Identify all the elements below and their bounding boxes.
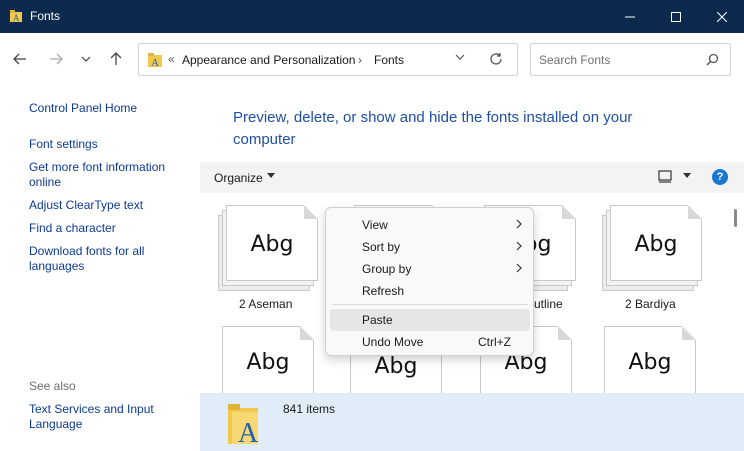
fonts-folder-icon: A (148, 53, 162, 68)
chevron-right-icon (516, 219, 522, 229)
sidebar-link-find-character[interactable]: Find a character (29, 221, 194, 236)
minimize-button[interactable] (607, 0, 653, 33)
organize-button[interactable]: Organize (214, 171, 263, 185)
help-icon[interactable]: ? (712, 169, 728, 185)
font-sample: Abg (628, 350, 672, 375)
minimize-icon (625, 16, 635, 17)
menu-item-label: Group by (362, 262, 412, 276)
arrow-right-icon (50, 53, 63, 65)
menu-item-label: Paste (362, 313, 393, 327)
item-count: 841 items (283, 402, 336, 416)
see-also-label: See also (29, 379, 76, 393)
fonts-folder-icon: A (10, 10, 22, 23)
font-name[interactable]: 2 Aseman (239, 297, 292, 311)
menu-item-undo-move[interactable]: Undo Move Ctrl+Z (330, 331, 530, 353)
menu-item-refresh[interactable]: Refresh (330, 280, 530, 302)
maximize-icon (671, 11, 681, 22)
view-mode-icon[interactable] (658, 170, 672, 183)
close-button[interactable] (699, 0, 744, 33)
font-sample: Abg (250, 232, 294, 257)
command-bar: Organize ? (200, 162, 744, 193)
breadcrumb-fonts[interactable]: Fonts (374, 53, 404, 67)
close-icon (717, 11, 727, 22)
arrow-up-icon (110, 52, 122, 65)
breadcrumb-separator[interactable]: › (358, 53, 362, 67)
svg-text:A: A (151, 57, 159, 68)
menu-item-label: View (362, 218, 388, 232)
breadcrumb-overflow[interactable]: « (168, 52, 175, 66)
title-bar: A Fonts (0, 0, 744, 33)
arrow-left-icon (13, 53, 26, 65)
sidebar: Control Panel Home Font settings Get mor… (0, 85, 200, 451)
chevron-right-icon (516, 263, 522, 273)
menu-item-view[interactable]: View (330, 214, 530, 236)
svg-text:A: A (13, 13, 20, 23)
recent-locations-button[interactable] (76, 49, 96, 69)
caret-down-icon[interactable] (683, 173, 691, 178)
search-icon (706, 53, 719, 66)
font-name[interactable]: 2 Bardiya (625, 297, 676, 311)
menu-separator (332, 304, 528, 305)
sidebar-link-text-services[interactable]: Text Services and Input Language (29, 402, 194, 432)
sidebar-link-more-font-info[interactable]: Get more font information online (29, 160, 194, 190)
svg-text:A: A (238, 418, 259, 446)
navigation-bar: A « Appearance and Personalization › Fon… (0, 33, 744, 85)
back-button[interactable] (10, 49, 30, 69)
sidebar-link-font-settings[interactable]: Font settings (29, 137, 194, 152)
search-placeholder[interactable]: Search Fonts (539, 53, 610, 67)
font-sample: Abg (374, 354, 418, 379)
search-box[interactable]: Search Fonts (530, 43, 731, 76)
up-button[interactable] (106, 49, 126, 69)
menu-item-sort-by[interactable]: Sort by (330, 236, 530, 258)
sidebar-link-control-panel-home[interactable]: Control Panel Home (29, 101, 194, 116)
menu-item-paste[interactable]: Paste (330, 309, 530, 331)
menu-item-label: Undo Move (362, 335, 424, 349)
address-dropdown-icon[interactable] (455, 54, 465, 60)
font-tile[interactable]: Abg (602, 205, 702, 301)
menu-item-label: Refresh (362, 284, 405, 298)
font-name[interactable]: utline (534, 297, 563, 311)
context-menu: View Sort by Group by Refresh Paste Undo… (325, 207, 534, 356)
maximize-button[interactable] (653, 0, 699, 33)
menu-item-group-by[interactable]: Group by (330, 258, 530, 280)
caret-down-icon[interactable] (267, 173, 275, 178)
sidebar-link-download-fonts[interactable]: Download fonts for all languages (29, 244, 194, 274)
font-sample: Abg (246, 350, 290, 375)
scrollbar-thumb[interactable] (734, 209, 737, 227)
menu-item-label: Sort by (362, 240, 401, 254)
font-sample: Abg (634, 232, 678, 257)
refresh-icon[interactable] (489, 52, 503, 66)
details-pane: A 841 items (200, 393, 744, 451)
chevron-right-icon (516, 241, 522, 251)
forward-button[interactable] (46, 49, 66, 69)
address-bar[interactable]: A « Appearance and Personalization › Fon… (138, 43, 518, 76)
fonts-folder-icon: A (228, 404, 259, 446)
font-tile[interactable]: Abg (596, 326, 696, 393)
menu-item-shortcut: Ctrl+Z (478, 335, 511, 349)
font-tile[interactable]: Abg (218, 205, 318, 301)
sidebar-link-cleartype[interactable]: Adjust ClearType text (29, 198, 194, 213)
window-title: Fonts (30, 9, 61, 23)
font-tile[interactable]: Abg (214, 326, 314, 393)
page-heading: Preview, delete, or show and hide the fo… (233, 109, 633, 148)
breadcrumb-appearance[interactable]: Appearance and Personalization (182, 53, 355, 67)
chevron-down-icon (81, 56, 91, 62)
